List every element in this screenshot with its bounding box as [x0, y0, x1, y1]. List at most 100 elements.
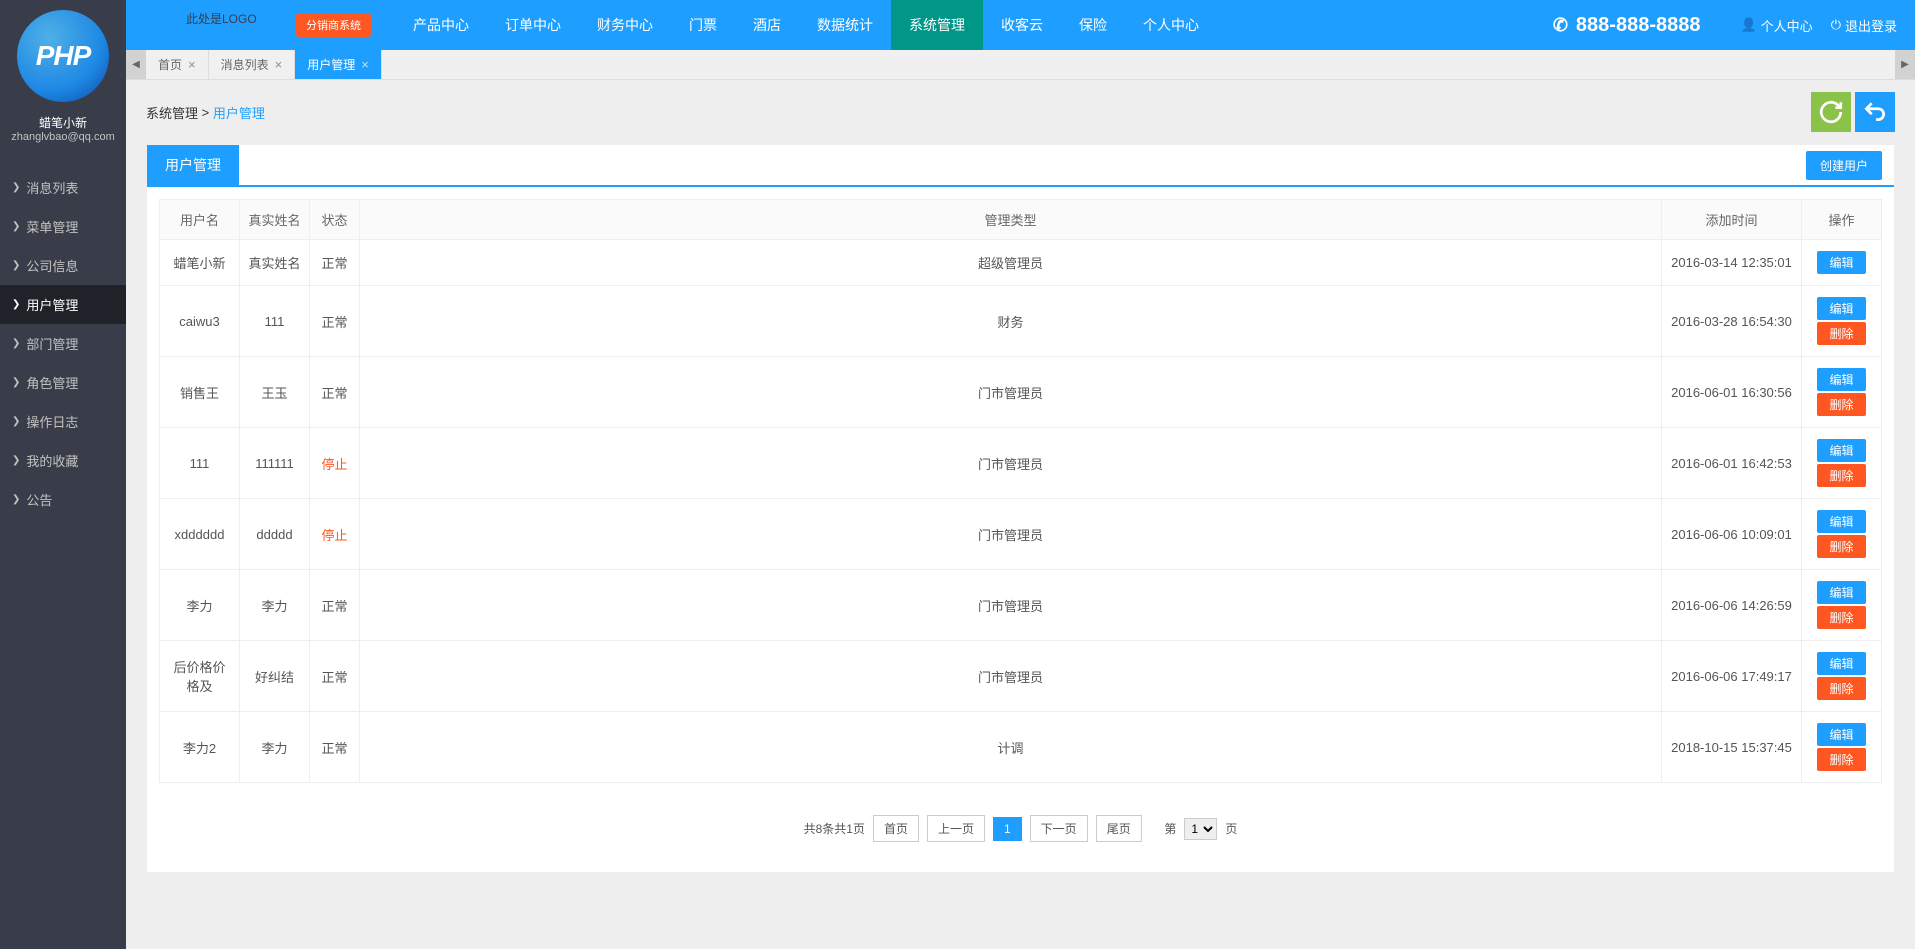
cell-created: 2016-06-06 10:09:01 [1662, 499, 1802, 570]
tab-2[interactable]: 用户管理 × [295, 50, 382, 79]
sidebar-user-name: 蜡笔小新 [39, 114, 87, 131]
close-icon[interactable]: × [361, 57, 369, 72]
edit-button[interactable]: 编辑 [1817, 510, 1865, 533]
edit-button[interactable]: 编辑 [1817, 368, 1865, 391]
page-number-current[interactable]: 1 [993, 817, 1022, 841]
sidebar-item-7[interactable]: ❯我的收藏 [0, 441, 126, 480]
user-panel: 用户管理 创建用户 用户名 真实姓名 状态 管理类型 添加时间 操作 [146, 144, 1895, 873]
breadcrumb-current[interactable]: 用户管理 [213, 103, 265, 122]
cell-created: 2016-03-14 12:35:01 [1662, 240, 1802, 286]
delete-button[interactable]: 删除 [1817, 677, 1865, 700]
refresh-button[interactable] [1811, 92, 1851, 132]
back-button[interactable] [1855, 92, 1895, 132]
edit-button[interactable]: 编辑 [1817, 439, 1865, 462]
sidebar-item-label: 消息列表 [26, 178, 78, 197]
delete-button[interactable]: 删除 [1817, 322, 1865, 345]
cell-username: 111 [160, 428, 240, 499]
page-prev[interactable]: 上一页 [927, 815, 985, 842]
top-nav-item-5[interactable]: 数据统计 [799, 0, 891, 50]
breadcrumb-root: 系统管理 [146, 103, 198, 122]
delete-button[interactable]: 删除 [1817, 748, 1865, 771]
delete-button[interactable]: 删除 [1817, 393, 1865, 416]
top-phone: ✆ 888-888-8888 [1553, 14, 1701, 37]
page-first[interactable]: 首页 [873, 815, 919, 842]
chevron-right-icon: ❯ [12, 416, 20, 427]
top-nav: 产品中心订单中心财务中心门票酒店数据统计系统管理收客云保险个人中心 [395, 0, 1217, 50]
delete-button[interactable]: 删除 [1817, 535, 1865, 558]
page-next[interactable]: 下一页 [1030, 815, 1088, 842]
sidebar-item-8[interactable]: ❯公告 [0, 480, 126, 519]
edit-button[interactable]: 编辑 [1817, 652, 1865, 675]
top-nav-item-1[interactable]: 订单中心 [487, 0, 579, 50]
panel-tab[interactable]: 用户管理 [147, 145, 239, 185]
profile-link[interactable]: 👤 个人中心 [1740, 16, 1812, 35]
edit-button[interactable]: 编辑 [1817, 251, 1865, 274]
delete-button[interactable]: 删除 [1817, 606, 1865, 629]
page-jump-select[interactable]: 1 [1184, 818, 1217, 840]
edit-button[interactable]: 编辑 [1817, 297, 1865, 320]
sidebar-item-4[interactable]: ❯部门管理 [0, 324, 126, 363]
col-created: 添加时间 [1662, 200, 1802, 240]
delete-button[interactable]: 删除 [1817, 464, 1865, 487]
close-icon[interactable]: × [188, 57, 196, 72]
page-last[interactable]: 尾页 [1096, 815, 1142, 842]
tab-scroll-left[interactable]: ◀ [126, 50, 146, 79]
tab-scroll-right[interactable]: ▶ [1895, 50, 1915, 79]
top-nav-item-2[interactable]: 财务中心 [579, 0, 671, 50]
top-nav-item-9[interactable]: 个人中心 [1125, 0, 1217, 50]
cell-username: 销售王 [160, 357, 240, 428]
cell-realname: 李力 [240, 712, 310, 783]
top-nav-item-3[interactable]: 门票 [671, 0, 735, 50]
sidebar-item-0[interactable]: ❯消息列表 [0, 168, 126, 207]
header-actions [1811, 92, 1895, 132]
cell-ops: 编辑删除 [1802, 428, 1882, 499]
close-icon[interactable]: × [275, 57, 283, 72]
tab-row: ◀ 首页× 消息列表 × 用户管理 × ▶ [126, 50, 1915, 80]
chevron-right-icon: ❯ [12, 338, 20, 349]
page-jump-suffix: 页 [1225, 820, 1237, 837]
table-row: 李力李力正常门市管理员2016-06-06 14:26:59编辑删除 [160, 570, 1882, 641]
create-user-button[interactable]: 创建用户 [1806, 151, 1882, 180]
cell-type: 门市管理员 [360, 641, 1662, 712]
top-nav-item-4[interactable]: 酒店 [735, 0, 799, 50]
logo-avatar: PHP [17, 10, 109, 102]
content-area: 系统管理 > 用户管理 用户管理 创建用户 [126, 80, 1915, 949]
sidebar-item-label: 角色管理 [26, 373, 78, 392]
tab-1[interactable]: 消息列表 × [209, 50, 296, 79]
side-menu: ❯消息列表❯菜单管理❯公司信息❯用户管理❯部门管理❯角色管理❯操作日志❯我的收藏… [0, 168, 126, 519]
tab-0[interactable]: 首页× [146, 50, 209, 79]
sidebar-item-1[interactable]: ❯菜单管理 [0, 207, 126, 246]
cell-created: 2016-06-01 16:30:56 [1662, 357, 1802, 428]
tab-label: 消息列表 [221, 56, 269, 73]
edit-button[interactable]: 编辑 [1817, 723, 1865, 746]
cell-realname: 好纠结 [240, 641, 310, 712]
col-realname: 真实姓名 [240, 200, 310, 240]
cell-status: 停止 [310, 499, 360, 570]
breadcrumb-sep: > [198, 105, 213, 120]
sidebar-item-3[interactable]: ❯用户管理 [0, 285, 126, 324]
top-nav-item-0[interactable]: 产品中心 [395, 0, 487, 50]
tab-label: 用户管理 [307, 56, 355, 73]
sidebar-item-5[interactable]: ❯角色管理 [0, 363, 126, 402]
edit-button[interactable]: 编辑 [1817, 581, 1865, 604]
sidebar-item-6[interactable]: ❯操作日志 [0, 402, 126, 441]
cell-created: 2016-06-06 14:26:59 [1662, 570, 1802, 641]
back-icon [1862, 99, 1888, 125]
cell-username: xdddddd [160, 499, 240, 570]
col-username: 用户名 [160, 200, 240, 240]
distribution-badge[interactable]: 分销商系统 [296, 13, 371, 37]
sidebar-item-2[interactable]: ❯公司信息 [0, 246, 126, 285]
chevron-right-icon: ❯ [12, 494, 20, 505]
table-row: 蜡笔小新真实姓名正常超级管理员2016-03-14 12:35:01编辑 [160, 240, 1882, 286]
top-nav-item-7[interactable]: 收客云 [983, 0, 1061, 50]
top-nav-item-6[interactable]: 系统管理 [891, 0, 983, 50]
cell-created: 2016-06-01 16:42:53 [1662, 428, 1802, 499]
table-row: 李力2李力正常计调2018-10-15 15:37:45编辑删除 [160, 712, 1882, 783]
cell-ops: 编辑 [1802, 240, 1882, 286]
topbar: 此处是LOGO 分销商系统 产品中心订单中心财务中心门票酒店数据统计系统管理收客… [126, 0, 1915, 50]
cell-status: 正常 [310, 570, 360, 641]
cell-realname: 王玉 [240, 357, 310, 428]
logout-link[interactable]: ⏻ 退出登录 [1831, 16, 1897, 35]
top-nav-item-8[interactable]: 保险 [1061, 0, 1125, 50]
cell-status: 正常 [310, 240, 360, 286]
